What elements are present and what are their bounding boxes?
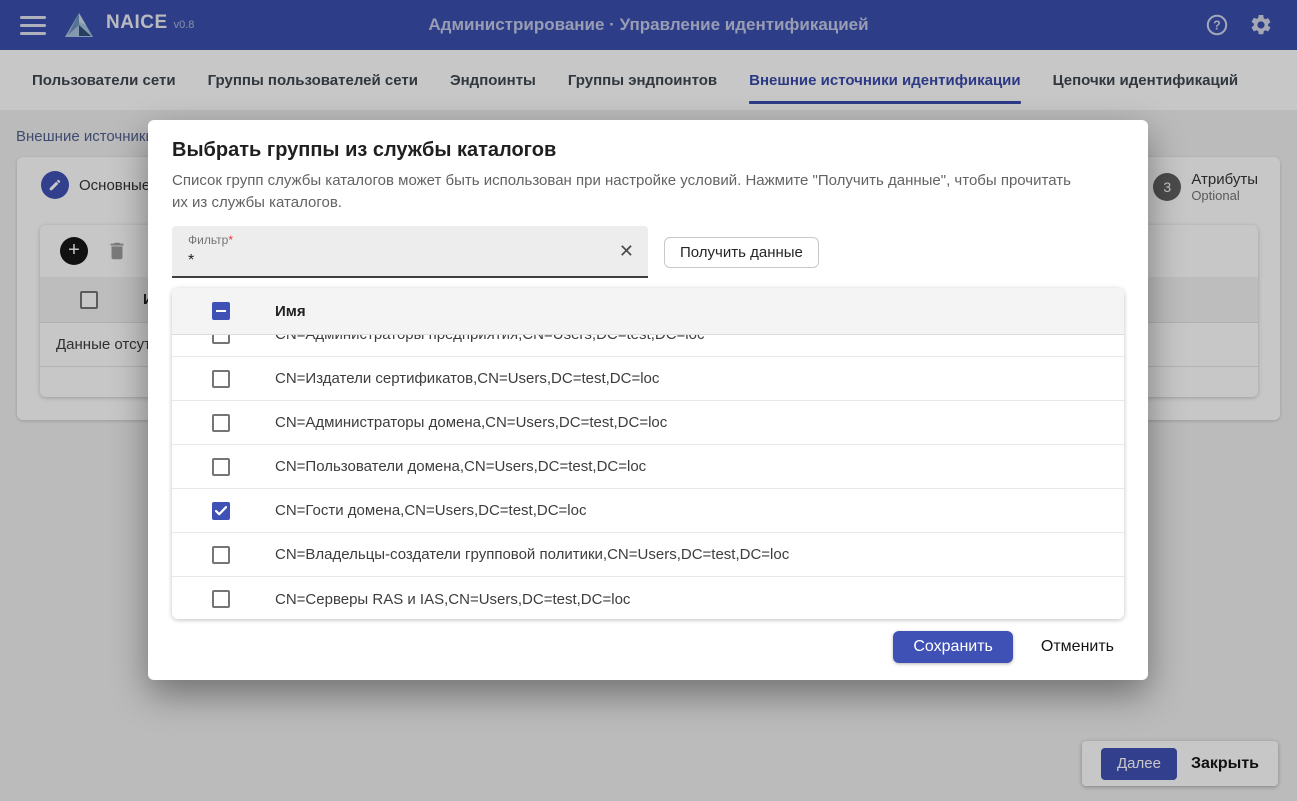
row-checkbox[interactable] <box>212 590 230 608</box>
row-checkbox[interactable] <box>212 370 230 388</box>
select-groups-dialog: Выбрать группы из службы каталогов Списо… <box>148 120 1148 680</box>
filter-label: Фильтр* <box>188 233 233 247</box>
column-name: Имя <box>275 303 306 320</box>
filter-row: Фильтр* ✕ Получить данные <box>172 226 1124 278</box>
get-data-button[interactable]: Получить данные <box>664 237 819 268</box>
group-name: CN=Серверы RAS и IAS,CN=Users,DC=test,DC… <box>275 591 630 608</box>
row-checkbox[interactable] <box>212 414 230 432</box>
cancel-button[interactable]: Отменить <box>1041 638 1114 656</box>
group-row[interactable]: CN=Гости домена,CN=Users,DC=test,DC=loc <box>172 489 1124 533</box>
group-name: CN=Владельцы-создатели групповой политик… <box>275 546 789 563</box>
dialog-title: Выбрать группы из службы каталогов <box>172 136 1124 164</box>
dialog-footer: Сохранить Отменить <box>172 631 1124 663</box>
group-name: CN=Пользователи домена,CN=Users,DC=test,… <box>275 458 646 475</box>
group-row[interactable]: CN=Администраторы домена,CN=Users,DC=tes… <box>172 401 1124 445</box>
row-checkbox[interactable] <box>212 502 230 520</box>
groups-list-scroll[interactable]: Имя CN=Администраторы предприятия,CN=Use… <box>172 288 1124 619</box>
row-checkbox[interactable] <box>212 458 230 476</box>
group-row[interactable]: CN=Серверы RAS и IAS,CN=Users,DC=test,DC… <box>172 577 1124 619</box>
required-asterisk: * <box>228 233 233 247</box>
group-name: CN=Издатели сертификатов,CN=Users,DC=tes… <box>275 370 659 387</box>
groups-list-header: Имя <box>172 288 1124 335</box>
groups-list-card: Имя CN=Администраторы предприятия,CN=Use… <box>172 288 1124 619</box>
filter-field[interactable]: Фильтр* ✕ <box>172 226 648 278</box>
group-name: CN=Гости домена,CN=Users,DC=test,DC=loc <box>275 502 586 519</box>
groups-list-body: CN=Администраторы предприятия,CN=Users,D… <box>172 313 1124 619</box>
group-row[interactable]: CN=Издатели сертификатов,CN=Users,DC=tes… <box>172 357 1124 401</box>
group-name: CN=Администраторы домена,CN=Users,DC=tes… <box>275 414 667 431</box>
clear-filter-icon[interactable]: ✕ <box>619 242 634 260</box>
save-button[interactable]: Сохранить <box>893 631 1013 663</box>
dialog-description: Список групп службы каталогов может быть… <box>172 170 1072 214</box>
row-checkbox[interactable] <box>212 546 230 564</box>
group-row[interactable]: CN=Пользователи домена,CN=Users,DC=test,… <box>172 445 1124 489</box>
select-all-checkbox[interactable] <box>212 302 230 320</box>
filter-input[interactable] <box>188 252 588 270</box>
group-row[interactable]: CN=Владельцы-создатели групповой политик… <box>172 533 1124 577</box>
